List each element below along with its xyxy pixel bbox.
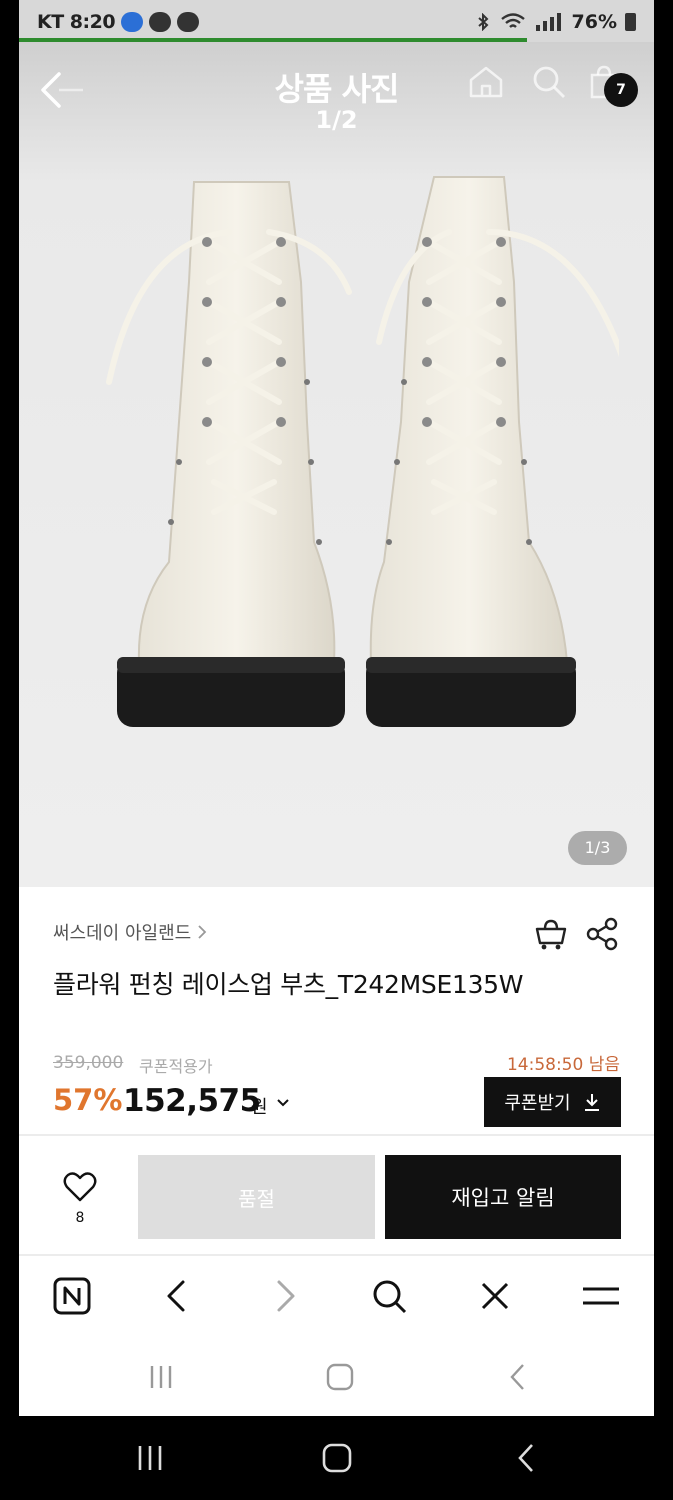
product-name: 플라워 펀칭 레이스업 부츠_T242MSE135W [53, 970, 524, 999]
home-button-icon[interactable] [325, 1362, 355, 1392]
left-boot [106, 181, 352, 727]
download-icon [584, 1094, 599, 1111]
heart-icon[interactable] [63, 1170, 97, 1204]
cart-icon[interactable] [533, 917, 569, 951]
product-image [106, 176, 619, 727]
notification-icon [149, 12, 172, 32]
back-icon[interactable] [503, 1362, 533, 1392]
recent-apps-icon[interactable] [134, 1442, 166, 1474]
product-info: 써스데이 아일랜드 플라워 펀칭 레이스업 부츠_T242MSE135W 359… [19, 887, 654, 1137]
share-icon[interactable] [585, 917, 619, 951]
purchase-action-bar: 8 품절 재입고 알림 [19, 1136, 654, 1254]
cart-count-badge: 7 [604, 73, 638, 107]
coupon-price-label: 쿠폰적용가 [139, 1057, 213, 1076]
chevron-left-icon[interactable] [157, 1276, 197, 1316]
phone-screen: KT 8:20 76% 상품 사진 1/2 7 1/3 써스데이 아일랜드 플라… [19, 0, 654, 1416]
close-icon[interactable] [475, 1276, 515, 1316]
chevron-right-icon[interactable] [265, 1276, 305, 1316]
menu-icon[interactable] [581, 1276, 621, 1316]
restock-alert-button[interactable]: 재입고 알림 [385, 1155, 621, 1239]
sale-price: 152,575 [123, 1083, 261, 1119]
wifi-icon [500, 13, 525, 28]
status-time: KT 8:20 [37, 11, 116, 33]
coupon-button-label: 쿠폰받기 [504, 1093, 571, 1114]
currency-label: 원 [251, 1097, 268, 1118]
like-count: 8 [75, 1210, 85, 1226]
search-icon[interactable] [369, 1276, 409, 1316]
gallery-counter: 1/3 [568, 831, 627, 865]
back-icon[interactable] [510, 1442, 542, 1474]
battery-percent: 76% [571, 11, 617, 33]
right-boot [366, 176, 619, 727]
battery-icon [625, 13, 636, 31]
chevron-down-icon[interactable] [276, 1097, 290, 1109]
brand-link[interactable]: 써스데이 아일랜드 [53, 919, 207, 945]
search-icon[interactable] [531, 64, 567, 100]
product-photo-viewer[interactable]: 상품 사진 1/2 7 1/3 [19, 42, 654, 887]
photo-header: 상품 사진 1/2 7 [19, 42, 654, 142]
brand-name: 써스데이 아일랜드 [53, 923, 192, 944]
signal-icon [535, 13, 561, 31]
status-bar: KT 8:20 76% [19, 0, 654, 42]
notification-icon [121, 12, 144, 32]
photo-index: 1/2 [315, 106, 358, 134]
inner-navigation-bar [19, 1336, 654, 1416]
browser-toolbar [19, 1256, 654, 1336]
original-price: 359,000 [53, 1053, 124, 1073]
bluetooth-icon [477, 13, 488, 31]
naver-icon[interactable] [52, 1276, 92, 1316]
recent-apps-icon[interactable] [146, 1362, 176, 1392]
chevron-right-icon [198, 925, 207, 939]
deal-timer: 14:58:50 남음 [506, 1055, 620, 1075]
system-navigation-bar [0, 1416, 673, 1500]
notification-icon [177, 12, 200, 32]
home-button-icon[interactable] [321, 1442, 353, 1474]
soldout-button[interactable]: 품절 [138, 1155, 375, 1239]
home-icon[interactable] [466, 64, 506, 100]
discount-rate: 57% [53, 1083, 123, 1117]
download-coupon-button[interactable]: 쿠폰받기 [484, 1077, 621, 1127]
